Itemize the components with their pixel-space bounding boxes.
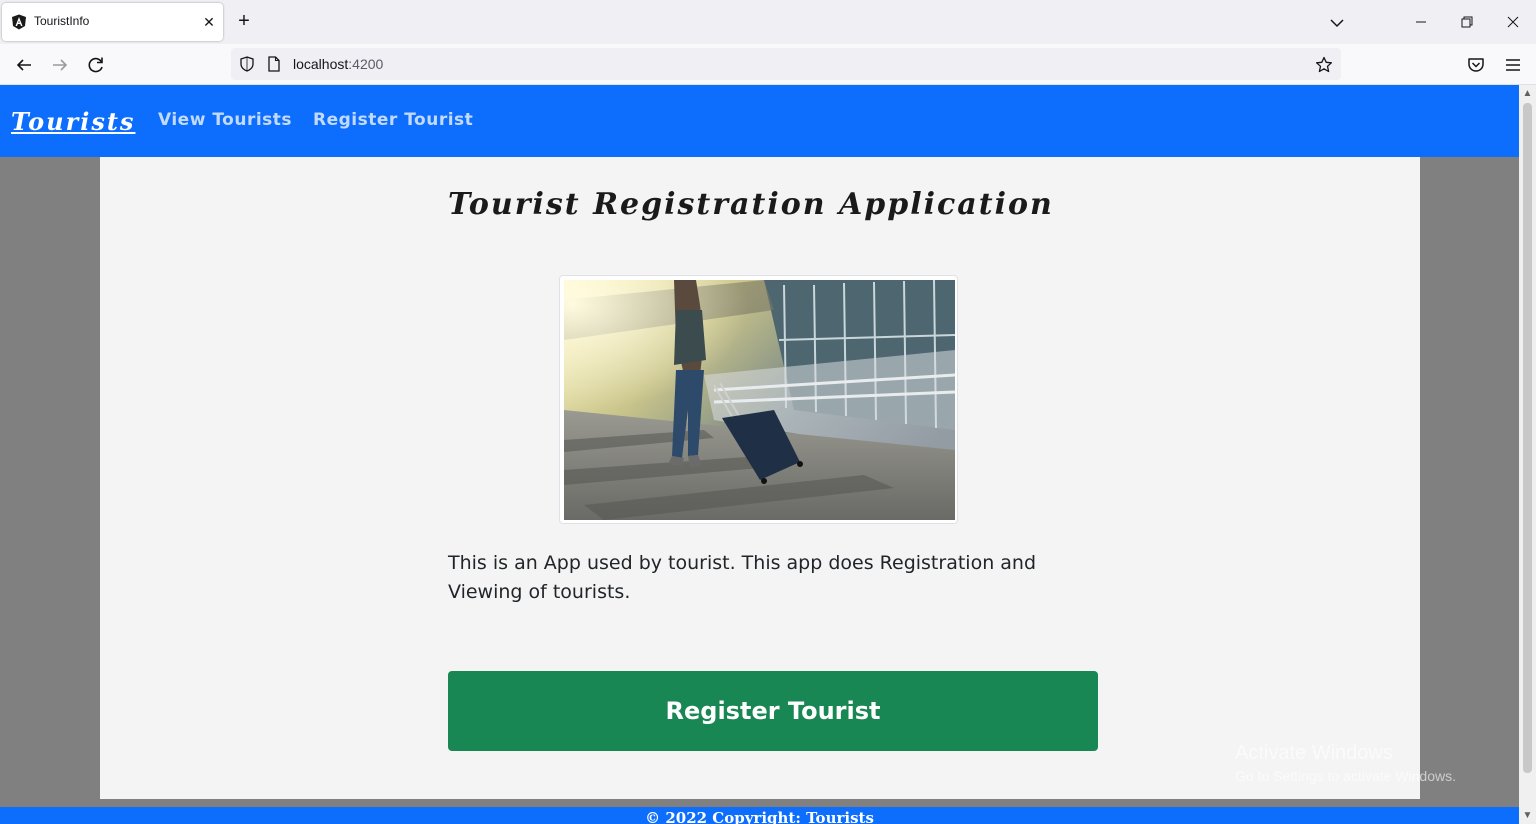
page-viewport: Tourists View Tourists Register Tourist …	[0, 85, 1536, 824]
address-bar[interactable]: localhost:4200	[231, 48, 1341, 80]
brand-link[interactable]: Tourists	[11, 107, 135, 136]
minimize-icon[interactable]	[1409, 10, 1433, 34]
scroll-up-icon[interactable]: ▲	[1519, 85, 1536, 102]
reload-icon[interactable]	[84, 53, 108, 77]
browser-tab[interactable]: TouristInfo ✕	[2, 3, 223, 41]
shield-icon[interactable]	[239, 56, 255, 72]
vertical-scrollbar[interactable]: ▲ ▼	[1519, 85, 1536, 824]
tab-close-icon[interactable]: ✕	[198, 11, 220, 33]
main-content: Tourist Registration Application This is…	[100, 157, 1420, 799]
scroll-thumb[interactable]	[1523, 103, 1532, 773]
window-close-icon[interactable]	[1501, 10, 1525, 34]
page-footer: © 2022 Copyright: Tourists	[0, 807, 1519, 824]
app-description: This is an App used by tourist. This app…	[448, 552, 1037, 603]
scroll-down-icon[interactable]: ▼	[1519, 807, 1536, 824]
activate-windows-title: Activate Windows	[1235, 742, 1393, 764]
new-tab-button[interactable]: +	[233, 11, 255, 33]
chevron-down-icon[interactable]	[1326, 12, 1348, 34]
footer-copyright: © 2022 Copyright: Tourists	[645, 809, 874, 824]
hero-image	[564, 280, 955, 520]
url-text[interactable]: localhost:4200	[293, 56, 383, 72]
activate-windows-subtitle: Go to Settings to activate Windows.	[1235, 768, 1456, 784]
back-arrow-icon[interactable]	[12, 53, 36, 77]
hero-image-frame	[559, 275, 958, 524]
forward-arrow-icon[interactable]	[48, 53, 72, 77]
register-tourist-button[interactable]: Register Tourist	[448, 671, 1098, 751]
nav-link-register-tourist[interactable]: Register Tourist	[313, 110, 473, 130]
url-host: localhost	[293, 56, 349, 72]
url-port: :4200	[348, 56, 384, 72]
page-icon[interactable]	[267, 56, 281, 72]
angular-icon	[12, 14, 26, 30]
app-navbar: Tourists View Tourists Register Tourist	[0, 85, 1519, 157]
tab-title: TouristInfo	[34, 14, 90, 28]
browser-tabstrip: TouristInfo ✕ +	[0, 0, 1536, 44]
star-icon[interactable]	[1315, 56, 1333, 74]
pocket-icon[interactable]	[1465, 54, 1487, 76]
browser-navbar: localhost:4200	[0, 44, 1536, 85]
page-title: Tourist Registration Application	[448, 187, 1054, 222]
restore-icon[interactable]	[1455, 10, 1479, 34]
hamburger-menu-icon[interactable]	[1502, 54, 1524, 76]
nav-link-view-tourists[interactable]: View Tourists	[158, 110, 292, 130]
